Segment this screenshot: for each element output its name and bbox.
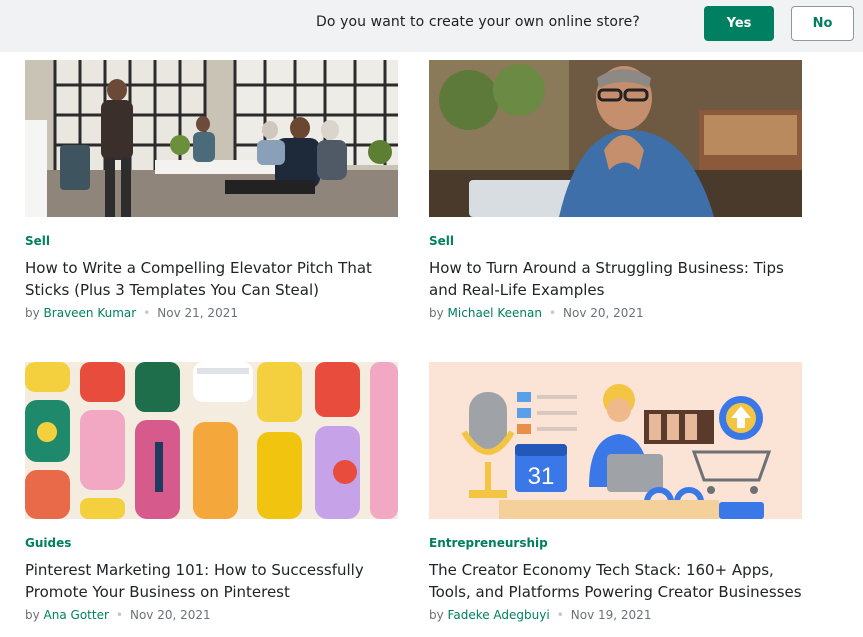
separator-dot: • [143, 306, 151, 320]
by-label: by [429, 306, 444, 320]
article-category[interactable]: Sell [25, 234, 50, 248]
article-category[interactable]: Guides [25, 536, 71, 550]
by-label: by [429, 608, 444, 622]
article-thumbnail[interactable]: 31 [429, 362, 802, 519]
author-link[interactable]: Fadeke Adegbuyi [448, 608, 550, 622]
article-title[interactable]: How to Turn Around a Struggling Business… [429, 257, 809, 301]
article-title[interactable]: The Creator Economy Tech Stack: 160+ App… [429, 559, 809, 603]
separator-dot: • [556, 608, 564, 622]
stressed-man-photo [429, 60, 802, 217]
by-label: by [25, 608, 40, 622]
article-meta: by Fadeke Adegbuyi • Nov 19, 2021 [429, 608, 651, 622]
article-date: Nov 21, 2021 [157, 306, 238, 320]
article-meta: by Ana Gotter • Nov 20, 2021 [25, 608, 211, 622]
yes-button[interactable]: Yes [704, 6, 774, 41]
article-date: Nov 20, 2021 [129, 608, 211, 622]
article-thumbnail[interactable] [25, 60, 398, 217]
author-link[interactable]: Braveen Kumar [44, 306, 137, 320]
article-thumbnail[interactable] [25, 362, 398, 519]
office-meeting-photo [25, 60, 398, 217]
calendar-day: 31 [528, 463, 555, 490]
no-button[interactable]: No [791, 6, 854, 41]
article-title[interactable]: How to Write a Compelling Elevator Pitch… [25, 257, 405, 301]
article-category[interactable]: Entrepreneurship [429, 536, 548, 550]
article-category[interactable]: Sell [429, 234, 454, 248]
separator-dot: • [115, 608, 123, 622]
article-meta: by Michael Keenan • Nov 20, 2021 [429, 306, 644, 320]
banner-question: Do you want to create your own online st… [316, 14, 640, 30]
article-date: Nov 20, 2021 [563, 306, 644, 320]
store-prompt-banner: Do you want to create your own online st… [0, 0, 863, 52]
article-thumbnail[interactable] [429, 60, 802, 217]
article-date: Nov 19, 2021 [570, 608, 652, 622]
creator-economy-illustration: 31 [429, 362, 802, 519]
article-meta: by Braveen Kumar • Nov 21, 2021 [25, 306, 238, 320]
pinterest-illustration [25, 362, 398, 519]
article-title[interactable]: Pinterest Marketing 101: How to Successf… [25, 559, 405, 603]
author-link[interactable]: Michael Keenan [448, 306, 542, 320]
separator-dot: • [548, 306, 557, 320]
author-link[interactable]: Ana Gotter [44, 608, 109, 622]
by-label: by [25, 306, 40, 320]
